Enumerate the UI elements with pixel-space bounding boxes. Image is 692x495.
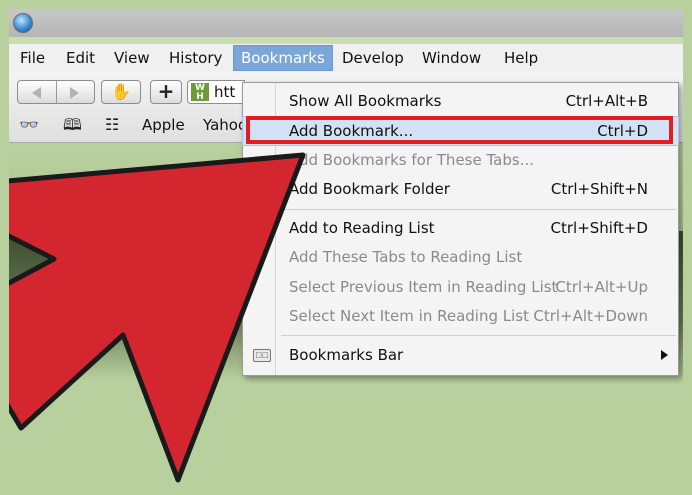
red-arrow-shape [9, 152, 306, 483]
screenshot-frame: File Edit View History Bookmarks Develop… [9, 9, 683, 487]
red-arrow-pointer [9, 152, 306, 483]
